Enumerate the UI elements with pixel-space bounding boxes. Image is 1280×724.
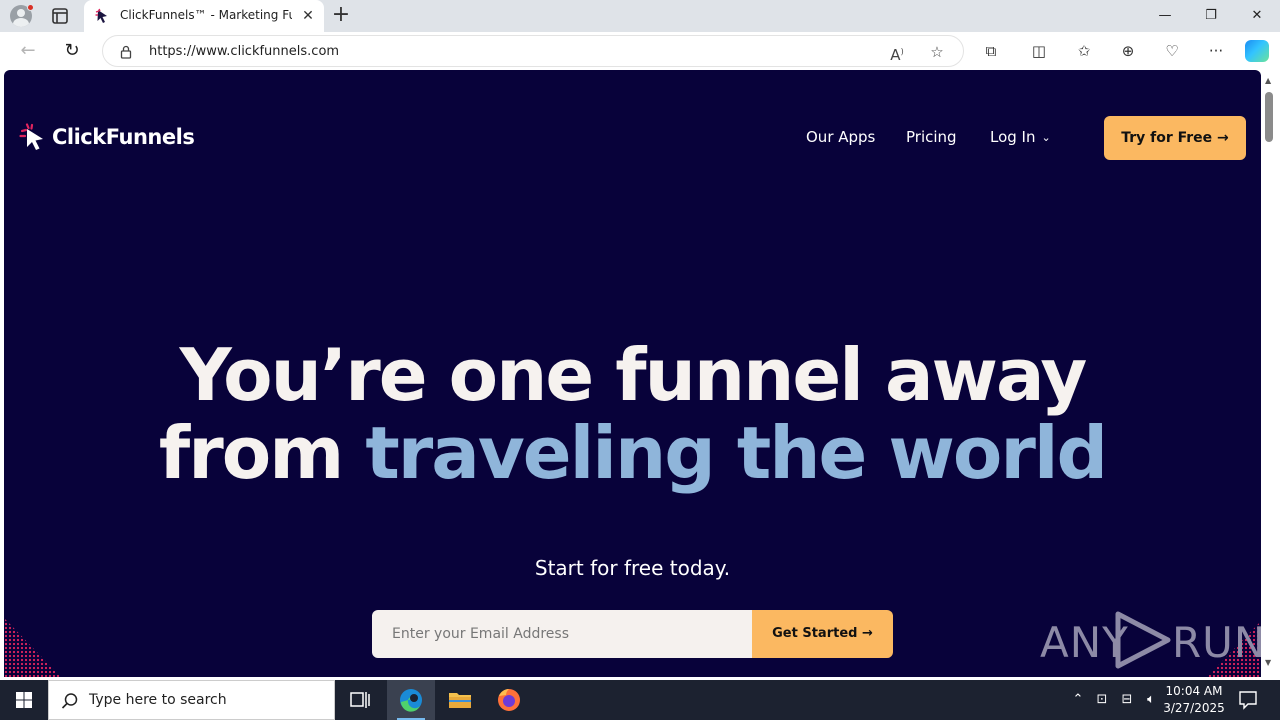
nav-login[interactable]: Log In ⌄ bbox=[990, 128, 1051, 146]
taskbar-search-placeholder: Type here to search bbox=[89, 692, 227, 708]
signup-form: Enter your Email Address Get Started → bbox=[372, 610, 893, 658]
new-tab-button[interactable]: + bbox=[330, 4, 352, 27]
clock-time: 10:04 AM bbox=[1165, 684, 1223, 698]
hero-subhead: Start for free today. bbox=[534, 556, 731, 580]
notification-center-icon[interactable] bbox=[1234, 690, 1262, 710]
scroll-thumb[interactable] bbox=[1265, 92, 1273, 142]
taskbar-clock[interactable]: 10:04 AM 3/27/2025 bbox=[1162, 683, 1226, 717]
nav-pricing[interactable]: Pricing bbox=[906, 128, 957, 146]
restore-button[interactable]: ❐ bbox=[1196, 4, 1226, 28]
tab-actions-icon[interactable] bbox=[48, 6, 72, 26]
read-aloud-icon[interactable]: A) bbox=[887, 42, 907, 64]
collections-icon[interactable]: ⊕ bbox=[1116, 39, 1140, 63]
favorite-star-icon[interactable]: ☆ bbox=[927, 42, 947, 62]
email-input[interactable]: Enter your Email Address bbox=[372, 610, 752, 658]
decorative-corner-left bbox=[4, 618, 62, 677]
hero-headline: You’re one funnel away from traveling th… bbox=[4, 336, 1261, 492]
hero-line-1: You’re one funnel away bbox=[179, 333, 1088, 417]
hero-line-2: from traveling the world bbox=[4, 414, 1261, 492]
hero-line-2-plain: from bbox=[158, 411, 344, 495]
logo-text: ClickFunnels bbox=[52, 125, 195, 149]
tab-strip: ClickFunnels™ - Marketing Funnels ✕ + — … bbox=[0, 0, 1280, 32]
volume-icon[interactable]: 🔈︎ bbox=[1140, 680, 1162, 720]
extensions-icon[interactable]: ⧉ bbox=[979, 39, 1003, 63]
search-icon bbox=[61, 693, 78, 709]
windows-logo-icon bbox=[16, 692, 32, 708]
address-bar[interactable]: https://www.clickfunnels.com A) ☆ bbox=[102, 35, 964, 67]
firefox-icon[interactable] bbox=[485, 680, 533, 720]
taskbar-search-box[interactable]: Type here to search bbox=[48, 680, 335, 720]
file-explorer-icon[interactable] bbox=[436, 680, 484, 720]
windows-taskbar: Type here to search ⌃ ⊡ ⊟ 🔈︎ 10:04 AM 3/… bbox=[0, 680, 1280, 720]
back-button[interactable]: ← bbox=[16, 39, 40, 63]
favorites-icon[interactable]: ✩ bbox=[1072, 39, 1096, 63]
page-viewport: ClickFunnels Our Apps Pricing Log In ⌄ Tr… bbox=[4, 70, 1261, 677]
clock-date: 3/27/2025 bbox=[1163, 701, 1225, 715]
watermark-text-right: RUN bbox=[1172, 618, 1261, 667]
lock-icon[interactable] bbox=[119, 44, 133, 59]
clickfunnels-logo[interactable]: ClickFunnels bbox=[18, 122, 195, 152]
copilot-icon[interactable] bbox=[1245, 40, 1269, 62]
nav-login-label: Log In bbox=[990, 128, 1036, 146]
browser-toolbar: ← ↻ https://www.clickfunnels.com A) ☆ ⧉ … bbox=[0, 32, 1280, 70]
clickfunnels-favicon-icon bbox=[94, 8, 110, 24]
profile-notification-dot bbox=[27, 4, 34, 11]
tab-close-icon[interactable]: ✕ bbox=[300, 8, 316, 24]
tray-overflow-chevron-icon[interactable]: ⌃ bbox=[1068, 680, 1088, 720]
task-view-icon[interactable] bbox=[336, 680, 384, 720]
url-text[interactable]: https://www.clickfunnels.com bbox=[149, 44, 339, 59]
tray-device-icon[interactable]: ⊡ bbox=[1092, 680, 1112, 720]
split-screen-icon[interactable]: ◫ bbox=[1027, 39, 1051, 63]
active-tab[interactable]: ClickFunnels™ - Marketing Funnels ✕ bbox=[84, 0, 324, 32]
clickfunnels-logo-icon bbox=[18, 122, 48, 152]
tab-title: ClickFunnels™ - Marketing Funnels bbox=[120, 8, 292, 22]
more-icon[interactable]: ··· bbox=[1204, 39, 1228, 63]
get-started-button[interactable]: Get Started → bbox=[752, 610, 893, 658]
hero-line-2-accent: traveling the world bbox=[365, 411, 1108, 495]
nav-our-apps[interactable]: Our Apps bbox=[806, 128, 875, 146]
try-for-free-button[interactable]: Try for Free → bbox=[1104, 116, 1246, 160]
watermark-play-icon bbox=[1115, 611, 1171, 669]
network-icon[interactable]: ⊟ bbox=[1116, 680, 1138, 720]
scroll-down-arrow-icon[interactable]: ▼ bbox=[1265, 658, 1271, 667]
anyrun-watermark: ANY RUN bbox=[1040, 610, 1261, 670]
minimize-button[interactable]: — bbox=[1150, 4, 1180, 28]
close-window-button[interactable]: ✕ bbox=[1242, 4, 1272, 28]
browser-essentials-icon[interactable]: ♡ bbox=[1160, 39, 1184, 63]
start-button[interactable] bbox=[0, 680, 48, 720]
edge-taskbar-icon[interactable] bbox=[387, 680, 435, 720]
page-scrollbar[interactable]: ▲ ▼ bbox=[1261, 70, 1280, 677]
chevron-down-icon: ⌄ bbox=[1041, 131, 1051, 144]
refresh-button[interactable]: ↻ bbox=[60, 39, 84, 63]
scroll-up-arrow-icon[interactable]: ▲ bbox=[1265, 76, 1271, 85]
